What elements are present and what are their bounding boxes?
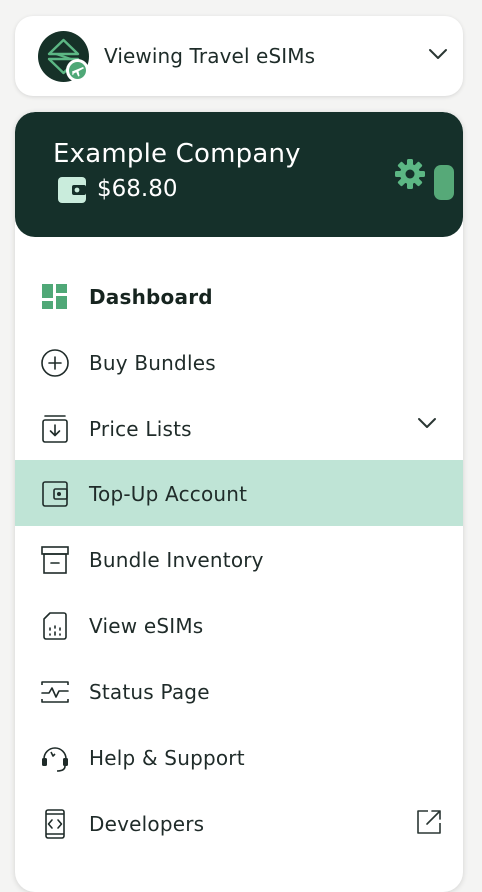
sidebar-item-label: Status Page (89, 680, 210, 704)
sidebar-item-bundle-inventory[interactable]: Bundle Inventory (15, 526, 463, 592)
download-tray-icon (42, 415, 68, 443)
sidebar-item-label: Dashboard (89, 285, 213, 309)
headset-icon (42, 747, 68, 772)
code-device-icon (45, 809, 65, 839)
gear-icon[interactable] (395, 159, 425, 189)
sidebar-item-developers[interactable]: Developers (15, 790, 463, 856)
archive-box-icon (41, 546, 69, 574)
wallet-icon (42, 481, 68, 507)
active-page-indicator (434, 165, 454, 200)
account-card: Example Company $68.80 (15, 112, 463, 237)
context-label: Viewing Travel eSIMs (104, 44, 316, 68)
sidebar-item-status-page[interactable]: Status Page (15, 658, 463, 724)
sidebar-item-label: View eSIMs (89, 614, 204, 638)
sidebar-item-label: Price Lists (89, 417, 192, 441)
sidebar-item-top-up-account[interactable]: Top-Up Account (15, 460, 463, 526)
sim-card-icon (43, 612, 67, 640)
company-name: Example Company (53, 139, 301, 169)
airplane-badge (66, 59, 89, 82)
airplane-icon (72, 67, 84, 77)
sidebar-item-dashboard[interactable]: Dashboard (15, 263, 463, 329)
chevron-down-icon[interactable] (417, 416, 437, 430)
esim-context-switcher[interactable]: Viewing Travel eSIMs (15, 16, 463, 96)
sidebar-item-label: Buy Bundles (89, 351, 216, 375)
chevron-down-icon[interactable] (428, 47, 448, 61)
sidebar-item-buy-bundles[interactable]: Buy Bundles (15, 329, 463, 395)
wallet-icon (58, 177, 86, 203)
plus-circle-icon (41, 349, 69, 377)
pulse-monitor-icon (41, 681, 69, 703)
sidebar-item-label: Help & Support (89, 746, 245, 770)
sidebar-item-help-support[interactable]: Help & Support (15, 724, 463, 790)
sidebar-nav: Example Company $68.80 Dashboard Buy Bun… (15, 112, 463, 892)
account-balance: $68.80 (97, 176, 178, 202)
sidebar-item-label: Developers (89, 812, 205, 836)
sidebar-item-price-lists[interactable]: Price Lists (15, 395, 463, 461)
sidebar-item-label: Bundle Inventory (89, 548, 264, 572)
sidebar-item-view-esims[interactable]: View eSIMs (15, 592, 463, 658)
external-link-icon[interactable] (415, 808, 443, 836)
dashboard-icon (42, 284, 67, 309)
sidebar-item-label: Top-Up Account (89, 482, 248, 506)
